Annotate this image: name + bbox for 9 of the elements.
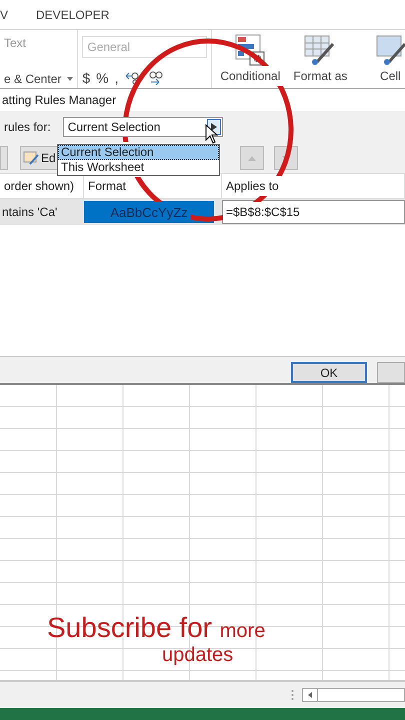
format-preview: AaBbCcYyZz: [84, 201, 214, 223]
dialog-title: atting Rules Manager: [0, 89, 405, 111]
show-rules-label: rules for:: [4, 120, 51, 134]
ribbon-label: Text: [4, 36, 28, 50]
column-header: order shown): [0, 174, 84, 198]
column-header: Applies to: [222, 174, 405, 198]
subscribe-caption: Subscribe for more: [47, 612, 266, 644]
subscribe-caption: updates: [161, 644, 234, 666]
column-header: Format: [84, 174, 222, 198]
